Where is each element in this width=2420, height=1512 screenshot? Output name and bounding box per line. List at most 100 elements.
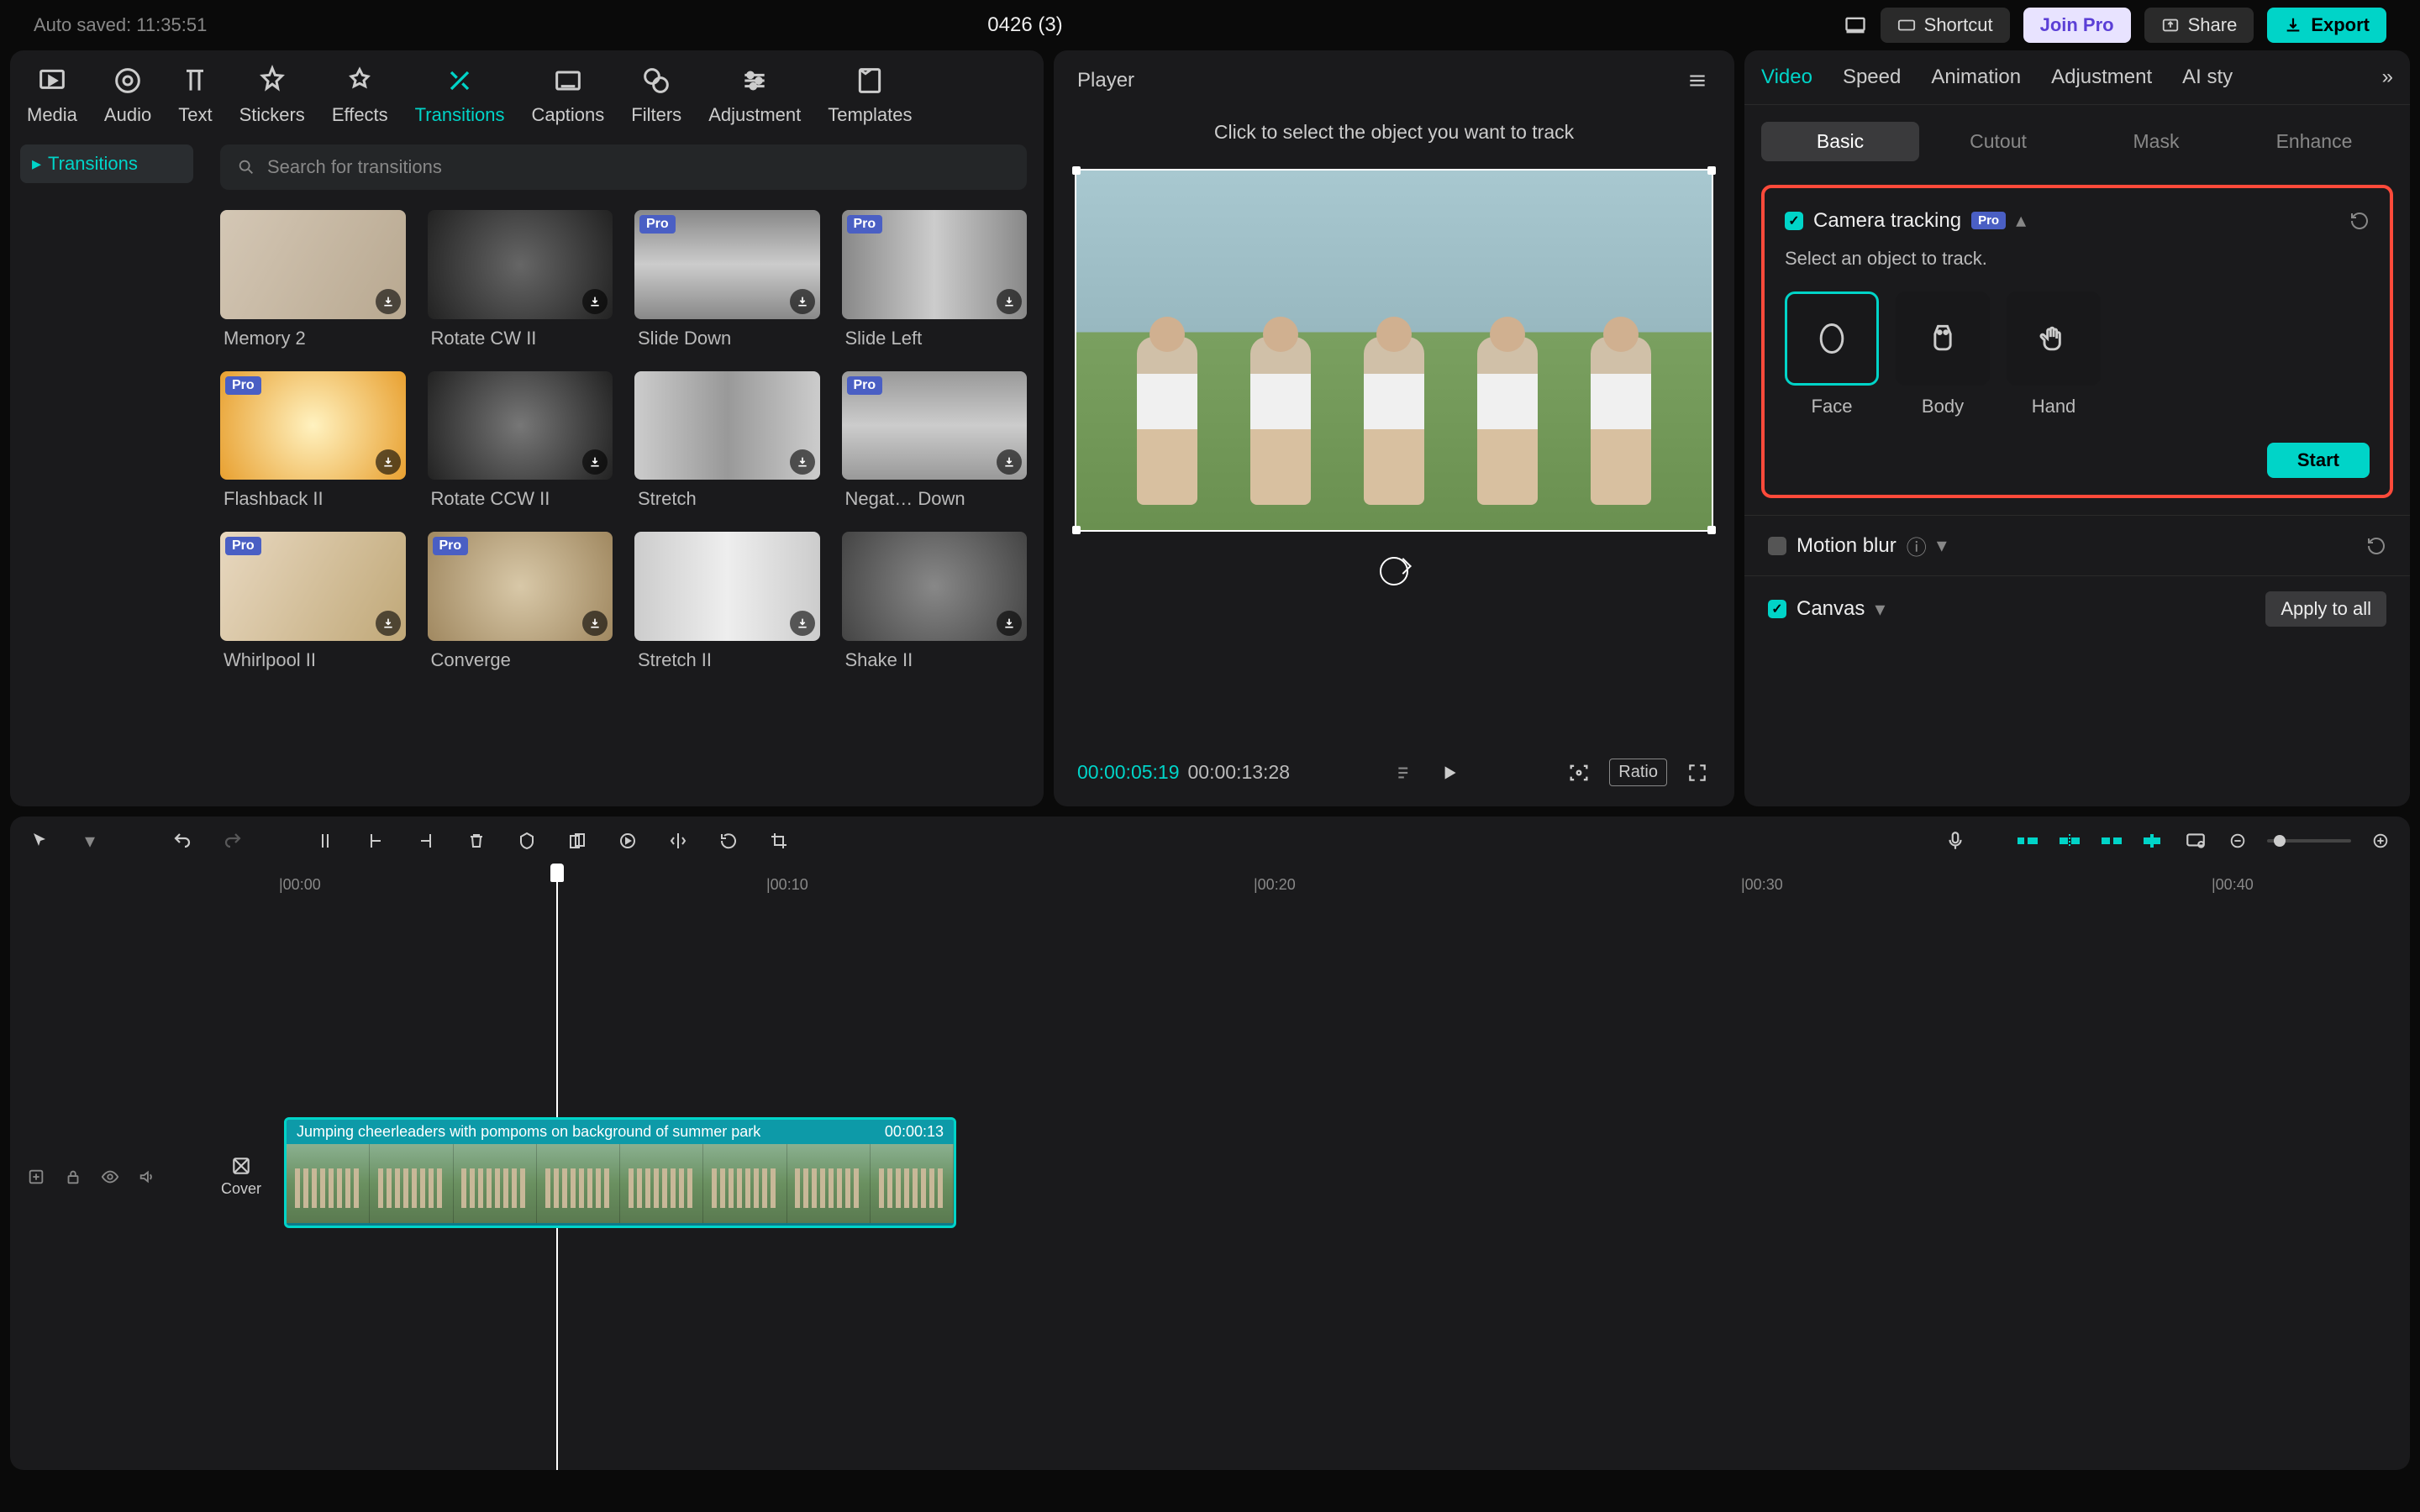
tool-tab-templates[interactable]: Templates xyxy=(828,64,912,126)
preview-icon[interactable] xyxy=(2183,828,2208,853)
rotate-icon[interactable] xyxy=(716,828,741,853)
share-button[interactable]: Share xyxy=(2144,8,2254,43)
tool-tab-audio[interactable]: Audio xyxy=(104,64,151,126)
trim-left-icon[interactable] xyxy=(363,828,388,853)
reset-icon[interactable] xyxy=(2349,211,2370,231)
magnet-1-icon[interactable] xyxy=(2015,828,2040,853)
zoom-in-icon[interactable] xyxy=(2368,828,2393,853)
transition-thumb[interactable]: ProSlide Left xyxy=(842,210,1028,349)
right-tab-video[interactable]: Video xyxy=(1761,66,1812,89)
export-button[interactable]: Export xyxy=(2267,8,2386,43)
transition-thumb[interactable]: Shake II xyxy=(842,532,1028,671)
download-icon[interactable] xyxy=(582,449,608,475)
transition-thumb[interactable]: Stretch xyxy=(634,371,820,511)
timeline[interactable]: |00:00|00:10|00:20|00:30|00:40 Cover Jum… xyxy=(10,865,2410,1470)
tool-tab-text[interactable]: Text xyxy=(178,64,212,126)
sub-tab-cutout[interactable]: Cutout xyxy=(1919,122,2077,161)
fullscreen-icon[interactable] xyxy=(1684,759,1711,786)
tool-tab-filters[interactable]: Filters xyxy=(631,64,681,126)
start-button[interactable]: Start xyxy=(2267,443,2370,478)
video-canvas[interactable] xyxy=(1075,169,1713,532)
chevron-down-icon[interactable]: ▾ xyxy=(1875,597,1885,622)
reset-icon[interactable] xyxy=(2366,536,2386,556)
download-icon[interactable] xyxy=(997,611,1022,636)
zoom-out-icon[interactable] xyxy=(2225,828,2250,853)
lock-icon[interactable] xyxy=(64,1168,86,1189)
tool-tab-adjustment[interactable]: Adjustment xyxy=(708,64,801,126)
transition-thumb[interactable]: Rotate CW II xyxy=(428,210,613,349)
transition-thumb[interactable]: ProNegat… Down xyxy=(842,371,1028,511)
tool-tab-transitions[interactable]: Transitions xyxy=(415,64,505,126)
download-icon[interactable] xyxy=(376,289,401,314)
download-icon[interactable] xyxy=(582,289,608,314)
transition-thumb[interactable]: ProConverge xyxy=(428,532,613,671)
marker-icon[interactable] xyxy=(514,828,539,853)
canvas-checkbox[interactable]: ✓ xyxy=(1768,600,1786,618)
download-icon[interactable] xyxy=(790,449,815,475)
rotate-icon[interactable] xyxy=(1380,557,1408,585)
chevron-up-icon[interactable]: ▴ xyxy=(2016,208,2026,233)
right-tab-ai-sty[interactable]: AI sty xyxy=(2182,66,2233,89)
mirror-icon[interactable] xyxy=(666,828,691,853)
transition-thumb[interactable]: Memory 2 xyxy=(220,210,406,349)
info-icon[interactable]: ⓘ xyxy=(1907,531,1927,560)
speaker-icon[interactable] xyxy=(138,1168,160,1189)
play-icon[interactable] xyxy=(1436,759,1463,786)
right-tab-speed[interactable]: Speed xyxy=(1843,66,1901,89)
join-pro-button[interactable]: Join Pro xyxy=(2023,8,2131,43)
magnet-2-icon[interactable] xyxy=(2057,828,2082,853)
crop-icon[interactable] xyxy=(766,828,792,853)
eye-icon[interactable] xyxy=(101,1168,123,1189)
download-icon[interactable] xyxy=(997,289,1022,314)
mic-icon[interactable] xyxy=(1943,828,1968,853)
right-tab-adjustment[interactable]: Adjustment xyxy=(2051,66,2152,89)
track-opt-hand[interactable]: Hand xyxy=(2007,291,2101,417)
tool-tab-captions[interactable]: Captions xyxy=(531,64,604,126)
track-opt-face[interactable]: Face xyxy=(1785,291,1879,417)
transition-thumb[interactable]: ProFlashback II xyxy=(220,371,406,511)
download-icon[interactable] xyxy=(582,611,608,636)
track-opt-body[interactable]: Body xyxy=(1896,291,1990,417)
sub-tab-enhance[interactable]: Enhance xyxy=(2235,122,2393,161)
motion-blur-checkbox[interactable] xyxy=(1768,537,1786,555)
redo-icon[interactable] xyxy=(220,828,245,853)
sub-tab-mask[interactable]: Mask xyxy=(2077,122,2235,161)
cover-button[interactable]: Cover xyxy=(212,1151,271,1201)
playlist-icon[interactable] xyxy=(1392,759,1419,786)
layout-icon[interactable] xyxy=(1844,13,1867,37)
download-icon[interactable] xyxy=(790,289,815,314)
search-input[interactable]: Search for transitions xyxy=(220,144,1027,190)
tool-tab-media[interactable]: Media xyxy=(27,64,77,126)
video-clip[interactable]: Jumping cheerleaders with pompoms on bac… xyxy=(284,1117,956,1228)
camera-tracking-checkbox[interactable]: ✓ xyxy=(1785,212,1803,230)
transition-thumb[interactable]: ProWhirlpool II xyxy=(220,532,406,671)
magnet-3-icon[interactable] xyxy=(2099,828,2124,853)
player-menu-icon[interactable] xyxy=(1684,67,1711,94)
ratio-button[interactable]: Ratio xyxy=(1609,759,1667,786)
download-icon[interactable] xyxy=(376,611,401,636)
chevron-down-icon[interactable]: ▾ xyxy=(1937,533,1947,558)
trim-right-icon[interactable] xyxy=(413,828,439,853)
shortcut-button[interactable]: Shortcut xyxy=(1881,8,2010,43)
tool-tab-stickers[interactable]: Stickers xyxy=(239,64,305,126)
pointer-icon[interactable] xyxy=(27,828,52,853)
transition-thumb[interactable]: ProSlide Down xyxy=(634,210,820,349)
transition-thumb[interactable]: Stretch II xyxy=(634,532,820,671)
duplicate-icon[interactable] xyxy=(565,828,590,853)
apply-all-button[interactable]: Apply to all xyxy=(2265,591,2386,627)
sub-tab-basic[interactable]: Basic xyxy=(1761,122,1919,161)
download-icon[interactable] xyxy=(997,449,1022,475)
speed-icon[interactable] xyxy=(615,828,640,853)
download-icon[interactable] xyxy=(790,611,815,636)
delete-icon[interactable] xyxy=(464,828,489,853)
scan-icon[interactable] xyxy=(1565,759,1592,786)
split-icon[interactable] xyxy=(313,828,338,853)
download-icon[interactable] xyxy=(376,449,401,475)
tool-tab-effects[interactable]: Effects xyxy=(332,64,388,126)
sidebar-transitions[interactable]: ▸ Transitions xyxy=(20,144,193,183)
chevron-down-icon[interactable]: ▾ xyxy=(77,828,103,853)
undo-icon[interactable] xyxy=(170,828,195,853)
magnet-4-icon[interactable] xyxy=(2141,828,2166,853)
right-tab-animation[interactable]: Animation xyxy=(1931,66,2021,89)
more-icon[interactable]: » xyxy=(2382,66,2393,89)
